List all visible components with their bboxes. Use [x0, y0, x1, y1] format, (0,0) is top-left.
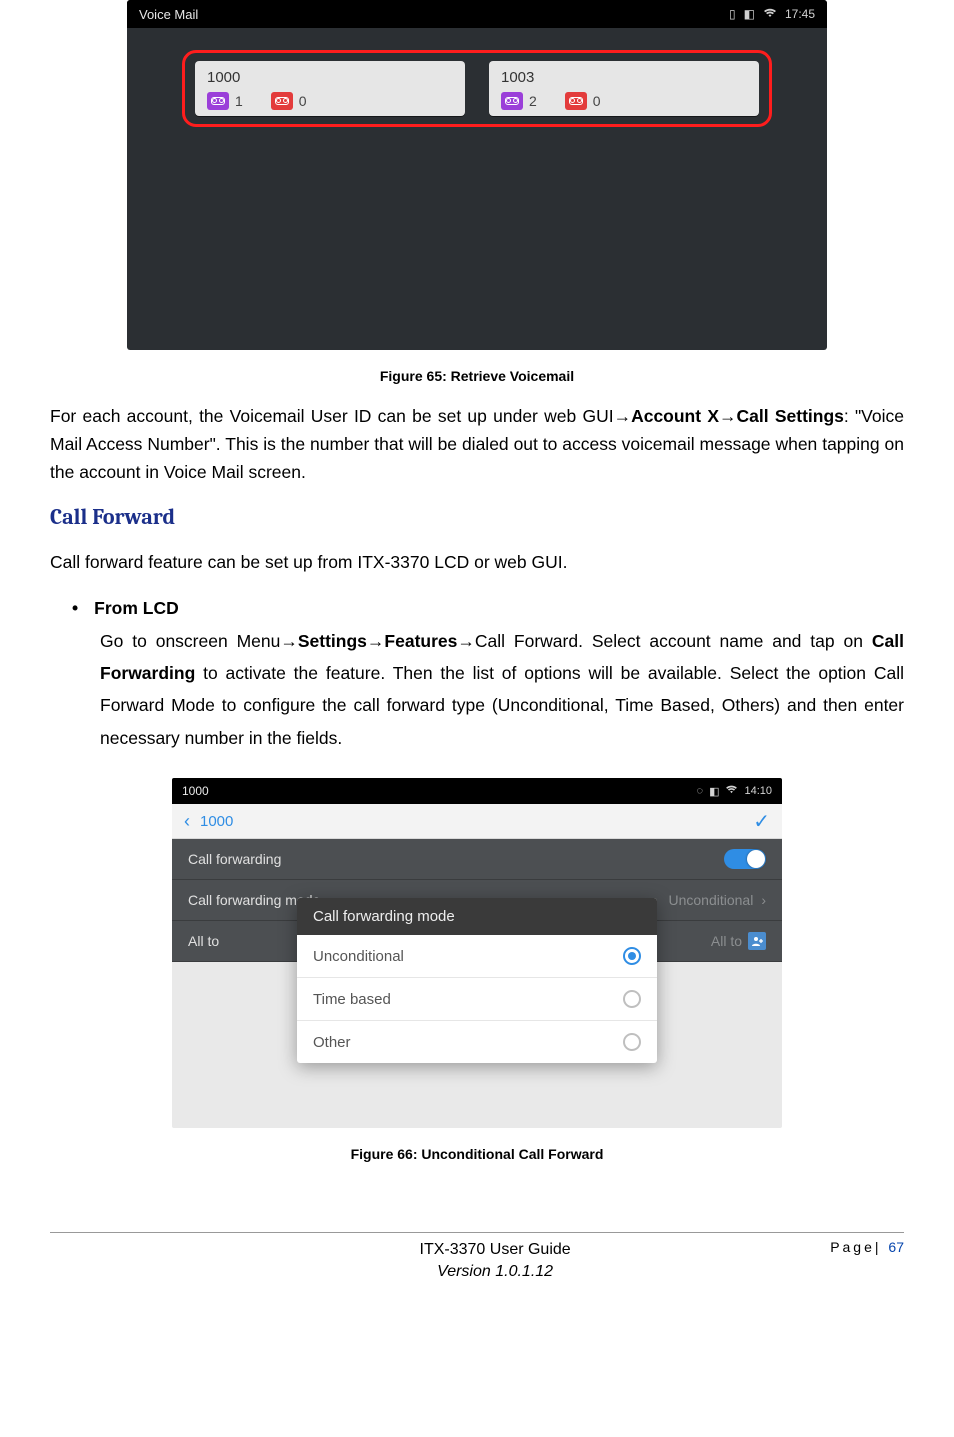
option-time-based[interactable]: Time based [297, 978, 657, 1021]
network-icon: ◧ [709, 785, 719, 798]
status-bar: Voice Mail ▯ ◧ 17:45 [127, 0, 827, 28]
option-label: Other [313, 1034, 351, 1051]
voicemail-config-paragraph: For each account, the Voicemail User ID … [50, 402, 904, 486]
radio-selected-icon [623, 947, 641, 965]
bullet-title: From LCD [72, 598, 904, 619]
sim-icon: ▯ [729, 7, 736, 21]
from-lcd-bullet: From LCD Go to onscreen Menu→Settings→Fe… [72, 598, 904, 755]
call-forwarding-mode-dialog: Call forwarding mode Unconditional Time … [297, 898, 657, 1063]
option-unconditional[interactable]: Unconditional [297, 935, 657, 978]
account-number: 1003 [501, 69, 747, 86]
row-label: Call forwarding [188, 851, 281, 867]
figure-65-caption: Figure 65: Retrieve Voicemail [50, 368, 904, 384]
page-number: Page| 67 [830, 1239, 904, 1255]
call-forwarding-toggle[interactable] [724, 849, 766, 869]
voicemail-account-card[interactable]: 1000 1 0 [195, 61, 465, 116]
bullet-body: Go to onscreen Menu→Settings→Features→Ca… [100, 625, 904, 755]
status-bar: 1000 ◌ ◧ 14:10 [172, 778, 782, 804]
screen-title: 1000 [182, 784, 209, 798]
figure-66-caption: Figure 66: Unconditional Call Forward [50, 1146, 904, 1162]
voicemail-status-icon: ◌ [697, 785, 704, 797]
account-number: 1000 [207, 69, 453, 86]
figure-66-screenshot: 1000 ◌ ◧ 14:10 ‹ 1000 ✓ Call forwarding … [172, 778, 782, 1128]
row-label: All to [188, 933, 219, 949]
option-label: Time based [313, 991, 391, 1008]
option-other[interactable]: Other [297, 1021, 657, 1063]
old-voicemail-count: 0 [593, 93, 601, 109]
radio-unselected-icon [623, 1033, 641, 1051]
footer-rule [50, 1232, 904, 1233]
network-icon: ◧ [744, 7, 755, 21]
row-value: All to [711, 933, 742, 949]
clock: 17:45 [785, 7, 815, 21]
back-icon[interactable]: ‹ [184, 811, 190, 832]
new-voicemail-icon [207, 92, 229, 110]
chevron-right-icon: › [761, 892, 766, 908]
wifi-icon [725, 785, 738, 797]
radio-unselected-icon [623, 990, 641, 1008]
footer-version: Version 1.0.1.12 [160, 1261, 830, 1283]
page-footer: ITX-3370 User Guide Version 1.0.1.12 Pag… [50, 1239, 904, 1284]
footer-guide-title: ITX-3370 User Guide [160, 1239, 830, 1261]
voicemail-accounts-highlight: 1000 1 0 1003 2 0 [182, 50, 772, 127]
call-forward-intro: Call forward feature can be set up from … [50, 548, 904, 576]
option-label: Unconditional [313, 948, 404, 965]
nav-bar: ‹ 1000 ✓ [172, 804, 782, 839]
section-heading-call-forward: Call Forward [50, 504, 904, 530]
clock: 14:10 [744, 785, 772, 797]
row-call-forwarding[interactable]: Call forwarding [172, 839, 782, 880]
new-voicemail-icon [501, 92, 523, 110]
figure-65-screenshot: Voice Mail ▯ ◧ 17:45 1000 1 0 1003 [127, 0, 827, 350]
nav-title: 1000 [200, 813, 233, 830]
new-voicemail-count: 1 [235, 93, 243, 109]
wifi-icon [763, 7, 777, 21]
add-contact-icon[interactable] [748, 932, 766, 950]
old-voicemail-count: 0 [299, 93, 307, 109]
confirm-icon[interactable]: ✓ [753, 809, 770, 834]
new-voicemail-count: 2 [529, 93, 537, 109]
old-voicemail-icon [565, 92, 587, 110]
screen-title: Voice Mail [139, 7, 198, 22]
old-voicemail-icon [271, 92, 293, 110]
voicemail-account-card[interactable]: 1003 2 0 [489, 61, 759, 116]
row-value: Unconditional [668, 892, 753, 908]
dialog-title: Call forwarding mode [297, 898, 657, 935]
